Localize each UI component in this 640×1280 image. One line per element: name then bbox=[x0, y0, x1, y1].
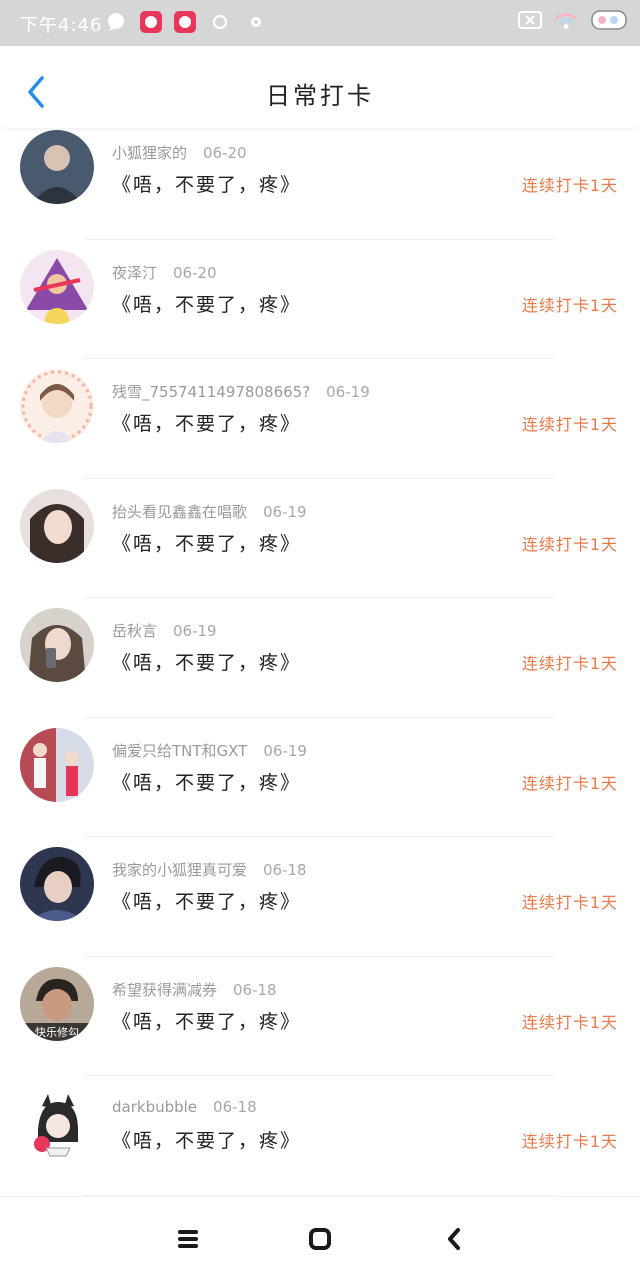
username-line: 夜泽汀 06-20 bbox=[112, 262, 217, 283]
avatar[interactable] bbox=[20, 608, 94, 682]
list-item[interactable]: 夜泽汀 06-20 《唔，不要了，疼》 连续打卡1天 bbox=[0, 248, 640, 368]
checkin-date: 06-19 bbox=[263, 741, 307, 760]
checkin-date: 06-18 bbox=[233, 980, 277, 999]
streak-label: 连续打卡1天 bbox=[521, 176, 618, 195]
back-nav-button[interactable] bbox=[434, 1223, 474, 1255]
status-time: 下午4:46 bbox=[20, 15, 103, 36]
checkin-quote: 《唔，不要了，疼》 bbox=[112, 771, 302, 794]
avatar[interactable] bbox=[20, 847, 94, 921]
list-item[interactable]: 残雪_7557411497808665? 06-19 《唔，不要了，疼》 连续打卡… bbox=[0, 367, 640, 487]
streak-label: 连续打卡1天 bbox=[521, 415, 618, 434]
checkin-date: 06-19 bbox=[326, 383, 370, 401]
username[interactable]: darkbubble bbox=[112, 1098, 197, 1116]
divider bbox=[84, 955, 554, 957]
streak-label: 连续打卡1天 bbox=[521, 534, 618, 554]
wifi-icon bbox=[554, 8, 578, 32]
checkin-quote: 《唔，不要了，疼》 bbox=[112, 891, 302, 913]
status-bar: 下午4:46 bbox=[0, 0, 640, 46]
checkin-quote: 《唔，不要了，疼》 bbox=[112, 1130, 302, 1152]
avatar[interactable] bbox=[20, 130, 94, 204]
avatar[interactable] bbox=[20, 249, 94, 324]
username[interactable]: 残雪_7557411497808665? bbox=[112, 383, 310, 401]
sim-off-icon bbox=[518, 8, 542, 32]
checkin-quote: 《唔，不要了，疼》 bbox=[112, 652, 302, 674]
username-line: 偏爱只给TNT和GXT 06-19 bbox=[112, 740, 307, 761]
checkin-date: 06-18 bbox=[263, 861, 307, 879]
home-square-icon bbox=[309, 1228, 331, 1250]
username[interactable]: 抬头看见鑫鑫在唱歌 bbox=[112, 503, 247, 521]
streak-label: 连续打卡1天 bbox=[521, 1012, 618, 1032]
settings-icon bbox=[244, 10, 268, 34]
avatar[interactable] bbox=[20, 1086, 94, 1160]
username-line: 我家的小狐狸真可爱 06-18 bbox=[112, 859, 307, 880]
streak-label: 连续打卡1天 bbox=[521, 773, 618, 793]
list-item[interactable]: 偏爱只给TNT和GXT 06-19 《唔，不要了，疼》 连续打卡1天 bbox=[0, 726, 640, 846]
checkin-date: 06-20 bbox=[173, 263, 217, 282]
checkin-date: 06-19 bbox=[263, 502, 307, 521]
checkin-date: 06-18 bbox=[213, 1098, 257, 1116]
page-title: 日常打卡 bbox=[266, 82, 374, 110]
list-item[interactable]: 岳秋言 06-19 《唔，不要了，疼》 连续打卡1天 bbox=[0, 606, 640, 726]
username[interactable]: 希望获得满减券 bbox=[112, 981, 217, 999]
chat-bubble-icon bbox=[104, 10, 128, 34]
list-item[interactable]: 快乐修勾 希望获得满减券 06-18 《唔，不要了，疼》 连续打卡1天 bbox=[0, 965, 640, 1085]
list-item[interactable]: 小狐狸家的 06-20 《唔，不要了，疼》 连续打卡1天 bbox=[0, 128, 640, 248]
list-item[interactable]: 我家的小狐狸真可爱 06-18 《唔，不要了，疼》 连续打卡1天 bbox=[0, 845, 640, 965]
streak-label: 连续打卡1天 bbox=[521, 893, 618, 912]
avatar-caption: 快乐修勾 bbox=[35, 1025, 79, 1039]
username[interactable]: 我家的小狐狸真可爱 bbox=[112, 861, 247, 879]
menu-icon bbox=[178, 1230, 198, 1248]
username-line: 希望获得满减券 06-18 bbox=[112, 979, 277, 1000]
checkin-quote: 《唔，不要了，疼》 bbox=[112, 532, 302, 555]
checkin-date: 06-19 bbox=[173, 622, 217, 640]
username-line: 抬头看见鑫鑫在唱歌 06-19 bbox=[112, 501, 307, 522]
username[interactable]: 夜泽汀 bbox=[112, 264, 157, 282]
username-line: 小狐狸家的 06-20 bbox=[112, 142, 247, 163]
sync-icon bbox=[208, 10, 232, 34]
avatar[interactable] bbox=[20, 727, 94, 802]
checkin-quote: 《唔，不要了，疼》 bbox=[112, 413, 302, 435]
username-line: darkbubble 06-18 bbox=[112, 1098, 257, 1116]
chevron-left-icon bbox=[448, 1228, 460, 1250]
streak-label: 连续打卡1天 bbox=[521, 654, 618, 673]
home-button[interactable] bbox=[300, 1223, 340, 1255]
username-line: 残雪_7557411497808665? 06-19 bbox=[112, 381, 370, 402]
notification-icons bbox=[104, 10, 268, 34]
header: 日常打卡 bbox=[0, 46, 640, 128]
username-line: 岳秋言 06-19 bbox=[112, 620, 217, 641]
streak-label: 连续打卡1天 bbox=[521, 1132, 618, 1151]
checkin-quote: 《唔，不要了，疼》 bbox=[112, 1010, 302, 1033]
divider bbox=[84, 1075, 554, 1076]
battery-icon bbox=[590, 8, 630, 32]
avatar[interactable]: 快乐修勾 bbox=[20, 966, 94, 1041]
system-nav-bar bbox=[0, 1196, 640, 1280]
list-item[interactable]: darkbubble 06-18 《唔，不要了，疼》 连续打卡1天 bbox=[0, 1084, 640, 1204]
divider bbox=[84, 477, 554, 479]
divider bbox=[84, 836, 554, 837]
avatar[interactable] bbox=[20, 488, 94, 563]
divider bbox=[84, 716, 554, 718]
avatar[interactable] bbox=[20, 369, 94, 443]
username[interactable]: 岳秋言 bbox=[112, 622, 157, 640]
menu-button[interactable] bbox=[168, 1223, 208, 1255]
list-item[interactable]: 抬头看见鑫鑫在唱歌 06-19 《唔，不要了，疼》 连续打卡1天 bbox=[0, 487, 640, 607]
checkin-list: 小狐狸家的 06-20 《唔，不要了，疼》 连续打卡1天 夜泽汀 06-20 《唔，… bbox=[0, 128, 640, 1204]
username[interactable]: 偏爱只给TNT和GXT bbox=[112, 742, 247, 760]
checkin-quote: 《唔，不要了，疼》 bbox=[112, 293, 302, 316]
streak-label: 连续打卡1天 bbox=[521, 295, 618, 315]
app-notification-icon bbox=[174, 11, 196, 33]
divider bbox=[84, 238, 554, 240]
checkin-date: 06-20 bbox=[203, 144, 247, 162]
divider bbox=[84, 358, 554, 359]
username[interactable]: 小狐狸家的 bbox=[112, 144, 187, 162]
app-notification-icon bbox=[140, 11, 162, 33]
divider bbox=[84, 597, 554, 598]
system-status-icons bbox=[518, 8, 630, 32]
checkin-quote: 《唔，不要了，疼》 bbox=[112, 174, 302, 196]
